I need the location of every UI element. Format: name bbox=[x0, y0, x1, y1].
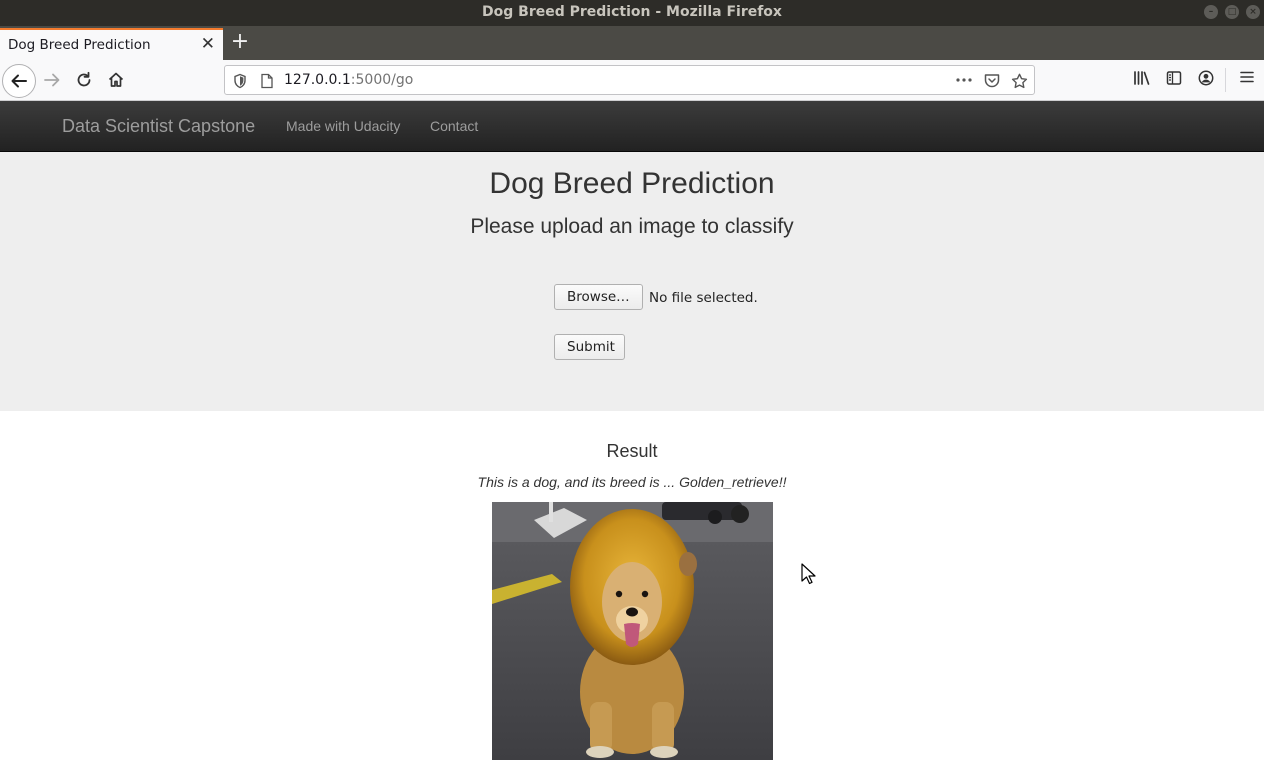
maximize-icon[interactable]: □ bbox=[1225, 5, 1239, 19]
page-subtitle: Please upload an image to classify bbox=[470, 215, 794, 238]
arrow-left-icon bbox=[11, 74, 27, 88]
home-icon bbox=[108, 72, 124, 87]
submit-button[interactable]: Submit bbox=[554, 334, 625, 360]
new-tab-icon[interactable]: + bbox=[229, 29, 251, 55]
library-icon[interactable] bbox=[1133, 70, 1151, 86]
close-window-icon[interactable]: × bbox=[1246, 5, 1260, 19]
back-button[interactable] bbox=[2, 64, 36, 98]
mouse-cursor-icon bbox=[801, 563, 816, 585]
result-heading: Result bbox=[606, 441, 658, 461]
account-icon[interactable] bbox=[1198, 70, 1214, 86]
arrow-right-icon bbox=[44, 73, 60, 87]
window-title: Dog Breed Prediction - Mozilla Firefox bbox=[482, 4, 782, 20]
browser-toolbar: 127.0.0.1:5000/go bbox=[0, 60, 1264, 101]
dog-photo bbox=[492, 502, 773, 760]
nav-link-made-with-udacity[interactable]: Made with Udacity bbox=[286, 118, 400, 134]
shield-icon[interactable] bbox=[233, 73, 247, 89]
tab-close-icon[interactable]: ✕ bbox=[201, 34, 215, 54]
window-titlebar: Dog Breed Prediction - Mozilla Firefox –… bbox=[0, 0, 1264, 26]
window-controls: – □ × bbox=[1204, 5, 1260, 19]
pocket-icon[interactable] bbox=[984, 73, 1000, 88]
url-host: 127.0.0.1 bbox=[284, 72, 351, 88]
tab-strip: Dog Breed Prediction ✕ + bbox=[0, 26, 1264, 60]
reload-button[interactable] bbox=[68, 65, 100, 95]
home-button[interactable] bbox=[100, 65, 132, 95]
site-navbar: Data Scientist Capstone Made with Udacit… bbox=[0, 101, 1264, 152]
url-path: :5000/go bbox=[350, 72, 414, 88]
bookmark-star-icon[interactable] bbox=[1011, 73, 1028, 89]
file-status: No file selected. bbox=[649, 290, 758, 306]
browser-tab-active[interactable]: Dog Breed Prediction ✕ bbox=[0, 28, 223, 60]
forward-button[interactable] bbox=[36, 65, 68, 95]
jumbotron: Dog Breed Prediction Please upload an im… bbox=[0, 152, 1264, 411]
page-icon[interactable] bbox=[260, 73, 274, 89]
sidebar-icon[interactable] bbox=[1166, 70, 1182, 86]
url-bar[interactable]: 127.0.0.1:5000/go bbox=[224, 65, 1035, 95]
browse-button[interactable]: Browse… bbox=[554, 284, 643, 310]
page-actions-icon[interactable] bbox=[956, 78, 972, 82]
tab-title: Dog Breed Prediction bbox=[8, 37, 151, 53]
page-title: Dog Breed Prediction bbox=[489, 167, 775, 200]
result-text: This is a dog, and its breed is ... Gold… bbox=[477, 474, 787, 490]
minimize-icon[interactable]: – bbox=[1204, 5, 1218, 19]
reload-icon bbox=[77, 71, 91, 87]
toolbar-separator bbox=[1225, 68, 1226, 92]
navbar-brand[interactable]: Data Scientist Capstone bbox=[62, 116, 255, 137]
nav-link-contact[interactable]: Contact bbox=[430, 118, 478, 134]
hamburger-menu-icon[interactable] bbox=[1240, 70, 1254, 84]
url-text[interactable]: 127.0.0.1:5000/go bbox=[284, 72, 413, 88]
